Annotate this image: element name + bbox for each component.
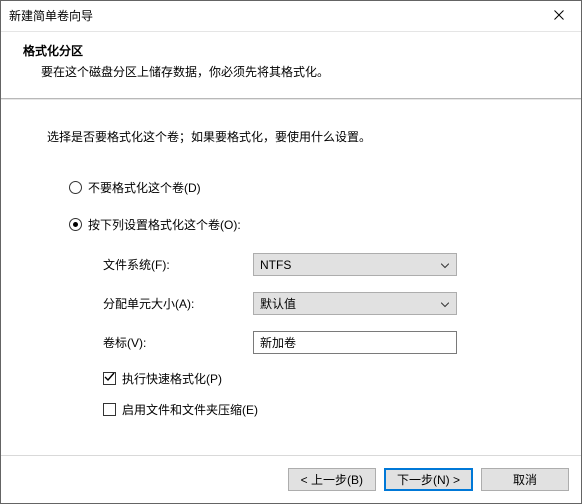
- enable-compression-label: 启用文件和文件夹压缩(E): [122, 401, 258, 418]
- checkbox-icon: [103, 372, 116, 385]
- header-subtitle: 要在这个磁盘分区上储存数据，你必须先将其格式化。: [23, 63, 581, 80]
- header-title: 格式化分区: [23, 42, 581, 59]
- file-system-value: NTFS: [260, 258, 291, 272]
- radio-format-label: 按下列设置格式化这个卷(O):: [88, 216, 241, 233]
- row-allocation-size: 分配单元大小(A): 默认值: [103, 292, 541, 315]
- back-button[interactable]: < 上一步(B): [288, 468, 376, 491]
- allocation-value: 默认值: [260, 295, 296, 312]
- allocation-select[interactable]: 默认值: [253, 292, 457, 315]
- wizard-window: 新建简单卷向导 格式化分区 要在这个磁盘分区上储存数据，你必须先将其格式化。 选…: [0, 0, 582, 504]
- row-volume-label: 卷标(V):: [103, 331, 541, 354]
- chevron-down-icon: [441, 302, 449, 307]
- checkbox-icon: [103, 403, 116, 416]
- file-system-select[interactable]: NTFS: [253, 253, 457, 276]
- format-settings-group: 文件系统(F): NTFS 分配单元大小(A): 默认值: [103, 253, 541, 418]
- file-system-label: 文件系统(F):: [103, 256, 253, 273]
- close-icon: [554, 9, 564, 23]
- window-title: 新建简单卷向导: [9, 1, 93, 31]
- close-button[interactable]: [536, 1, 581, 31]
- instruction-text: 选择是否要格式化这个卷；如果要格式化，要使用什么设置。: [47, 128, 541, 145]
- radio-format[interactable]: 按下列设置格式化这个卷(O):: [69, 216, 541, 233]
- row-file-system: 文件系统(F): NTFS: [103, 253, 541, 276]
- wizard-footer: < 上一步(B) 下一步(N) > 取消: [1, 455, 581, 503]
- wizard-header: 格式化分区 要在这个磁盘分区上储存数据，你必须先将其格式化。: [1, 32, 581, 98]
- allocation-label: 分配单元大小(A):: [103, 295, 253, 312]
- radio-no-format[interactable]: 不要格式化这个卷(D): [69, 179, 541, 196]
- volume-label: 卷标(V):: [103, 334, 253, 351]
- checkbox-enable-compression[interactable]: 启用文件和文件夹压缩(E): [103, 401, 541, 418]
- radio-no-format-label: 不要格式化这个卷(D): [88, 179, 201, 196]
- titlebar: 新建简单卷向导: [1, 1, 581, 32]
- chevron-down-icon: [441, 263, 449, 268]
- wizard-body: 选择是否要格式化这个卷；如果要格式化，要使用什么设置。 不要格式化这个卷(D) …: [1, 100, 581, 455]
- quick-format-label: 执行快速格式化(P): [122, 370, 222, 387]
- checkbox-quick-format[interactable]: 执行快速格式化(P): [103, 370, 541, 387]
- radio-icon: [69, 218, 82, 231]
- cancel-button[interactable]: 取消: [481, 468, 569, 491]
- radio-icon: [69, 181, 82, 194]
- volume-label-input[interactable]: [253, 331, 457, 354]
- next-button[interactable]: 下一步(N) >: [384, 468, 473, 491]
